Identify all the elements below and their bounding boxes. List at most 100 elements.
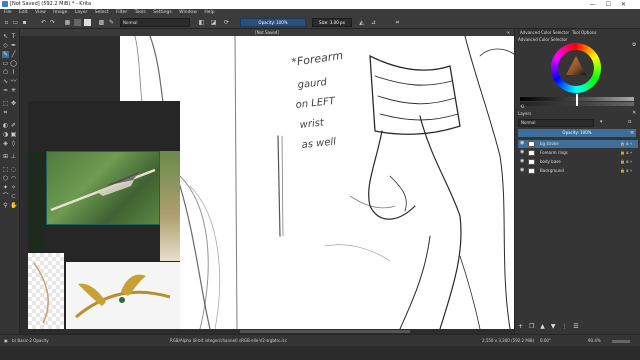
menu-view[interactable]: View	[35, 9, 46, 16]
menu-window[interactable]: Window	[179, 9, 197, 16]
tab-tool-options[interactable]: Tool Options	[570, 29, 598, 36]
enclose-fill-tool-icon[interactable]: ◊	[10, 140, 17, 147]
reload-preset-icon[interactable]: ⟳	[223, 19, 230, 26]
visibility-eye-icon[interactable]: ◉	[520, 141, 525, 146]
pattern-icon[interactable]: ▩	[98, 19, 105, 26]
reference-image-dark-ornament[interactable]	[28, 151, 46, 255]
blend-mode-select[interactable]: Normal	[120, 18, 190, 27]
bezier-tool-icon[interactable]: ∿	[2, 78, 9, 85]
menu-select[interactable]: Select	[95, 9, 109, 16]
layer-alpha-lock-icon[interactable]: α	[628, 119, 631, 125]
move-tool-icon[interactable]: ✥	[10, 100, 17, 107]
menu-help[interactable]: Help	[204, 9, 214, 16]
zoom-slider[interactable]	[612, 340, 630, 343]
menu-edit[interactable]: Edit	[19, 9, 28, 16]
color-triangle[interactable]	[564, 54, 588, 78]
layer-lock-alpha-icons[interactable]: 🔒α⚬	[620, 158, 634, 166]
menu-settings[interactable]: Settings	[153, 9, 171, 16]
eraser-icon[interactable]: ◧	[198, 19, 205, 26]
freehand-select-tool-icon[interactable]: ◠	[10, 175, 17, 182]
line-tool-icon[interactable]: ╱	[10, 51, 17, 58]
document-tab[interactable]: [Not Saved] ✕	[20, 29, 514, 36]
similar-select-tool-icon[interactable]: ✧	[10, 184, 17, 191]
layer-lock-alpha-icons[interactable]: 🔒α⚬	[620, 167, 634, 175]
polyline-tool-icon[interactable]: ⌇	[10, 69, 17, 76]
pan-tool-icon[interactable]: ✋	[10, 202, 17, 209]
mirror-vertical-icon[interactable]: ⊿	[370, 19, 377, 26]
measure-tool-icon[interactable]: ⊥	[10, 153, 17, 160]
visibility-eye-icon[interactable]: ◉	[520, 168, 525, 173]
open-document-icon[interactable]: ▭	[12, 19, 19, 26]
move-layer-down-icon[interactable]: ▼	[551, 323, 556, 330]
layer-blend-mode-select[interactable]: Normal	[518, 119, 594, 127]
minimize-icon[interactable]: —	[590, 1, 606, 8]
background-color-swatch[interactable]	[84, 19, 91, 26]
color-bar-cursor[interactable]	[576, 94, 578, 106]
zoom-tool-icon[interactable]: ⚲	[2, 202, 9, 209]
contiguous-select-tool-icon[interactable]: ✦	[2, 184, 9, 191]
move-layer-up-icon[interactable]: ▲	[540, 323, 545, 330]
color-history-icon[interactable]: ⟲	[520, 104, 524, 110]
redo-icon[interactable]: ↷	[49, 19, 56, 26]
menu-image[interactable]: Image	[53, 9, 67, 16]
menu-file[interactable]: File	[4, 9, 12, 16]
wrap-around-icon[interactable]: ⌗	[394, 19, 401, 26]
layers-close-icon[interactable]: ✕	[632, 110, 636, 116]
freehand-brush-tool-icon[interactable]: ✎	[2, 51, 9, 58]
calligraphy-tool-icon[interactable]: ✒	[10, 42, 17, 49]
color-selector-settings-icon[interactable]: ⚙	[632, 42, 636, 48]
layer-lock-alpha-icons[interactable]: 🔒α⚬	[620, 140, 634, 148]
layer-row[interactable]: ◉ body base 🔒α⚬	[518, 158, 638, 166]
multibrush-tool-icon[interactable]: ✳	[10, 87, 17, 94]
gradient-tool-icon[interactable]: ◐	[2, 122, 9, 129]
color-wheel[interactable]	[551, 43, 601, 93]
close-icon[interactable]: ✕	[621, 1, 636, 8]
brush-preset-icon[interactable]: ✎	[108, 19, 115, 26]
colorize-mask-tool-icon[interactable]: ◑	[2, 131, 9, 138]
fill-gradient-icon[interactable]: ▦	[64, 19, 71, 26]
menu-tools[interactable]: Tools	[135, 9, 146, 16]
crop-tool-icon[interactable]: ⌗	[2, 109, 9, 116]
ellipse-select-tool-icon[interactable]: ◌	[10, 166, 17, 173]
transform-tool-icon[interactable]: ⬚	[2, 100, 9, 107]
layer-options-icon[interactable]: ≡	[630, 130, 634, 136]
polygon-tool-icon[interactable]: ⬠	[2, 69, 9, 76]
mirror-horizontal-icon[interactable]: ◭	[358, 19, 365, 26]
edit-shapes-tool-icon[interactable]: ◇	[2, 42, 9, 49]
size-slider[interactable]: Size: 3.00 px	[312, 18, 352, 27]
tab-advanced-color-selector[interactable]: Advanced Color Selector	[518, 29, 572, 36]
text-tool-icon[interactable]: T	[10, 33, 17, 40]
reference-image-bow-detail[interactable]	[160, 151, 180, 261]
ellipse-tool-icon[interactable]: ◯	[10, 60, 17, 67]
layer-row[interactable]: ◉ Forearm rings 🔒α⚬	[518, 149, 638, 157]
layer-properties-icon[interactable]: ⋮	[561, 323, 567, 330]
reference-image-transparent[interactable]	[28, 253, 64, 329]
fill-tool-icon[interactable]: ◈	[2, 140, 9, 147]
select-shapes-tool-icon[interactable]: ↖	[2, 33, 9, 40]
scrollbar-thumb[interactable]	[240, 330, 410, 333]
menu-layer[interactable]: Layer	[75, 9, 88, 16]
freehand-path-tool-icon[interactable]: 〰	[10, 78, 17, 85]
rectangle-select-tool-icon[interactable]: ⬚	[2, 166, 9, 173]
add-layer-icon[interactable]: +	[518, 323, 523, 330]
polygon-select-tool-icon[interactable]: ⬡	[2, 175, 9, 182]
reference-image-arrow-on-grass[interactable]	[46, 151, 160, 225]
rectangle-tool-icon[interactable]: ▭	[2, 60, 9, 67]
dynamic-brush-tool-icon[interactable]: ≈	[2, 87, 9, 94]
save-icon[interactable]: ▪	[21, 19, 28, 26]
reference-image-golden-bow[interactable]	[66, 262, 180, 329]
window-controls[interactable]: —☐✕	[590, 0, 636, 9]
new-document-icon[interactable]: ▫	[3, 19, 10, 26]
close-document-icon[interactable]: ✕	[507, 29, 510, 36]
layer-menu-icon[interactable]: ☰	[573, 323, 578, 330]
layer-row[interactable]: ◉ Background 🔒α⚬	[518, 167, 638, 175]
menu-filter[interactable]: Filter	[116, 9, 127, 16]
undo-icon[interactable]: ↶	[40, 19, 47, 26]
visibility-eye-icon[interactable]: ◉	[520, 159, 525, 164]
opacity-slider[interactable]: Opacity: 100%	[240, 18, 306, 27]
layer-lock-alpha-icons[interactable]: 🔒α⚬	[620, 149, 634, 157]
color-picker-tool-icon[interactable]: ✐	[10, 122, 17, 129]
bezier-select-tool-icon[interactable]: ⌒	[2, 193, 9, 200]
preserve-alpha-icon[interactable]: ◪	[210, 19, 217, 26]
layer-filter-icon[interactable]: ▾	[600, 119, 603, 125]
